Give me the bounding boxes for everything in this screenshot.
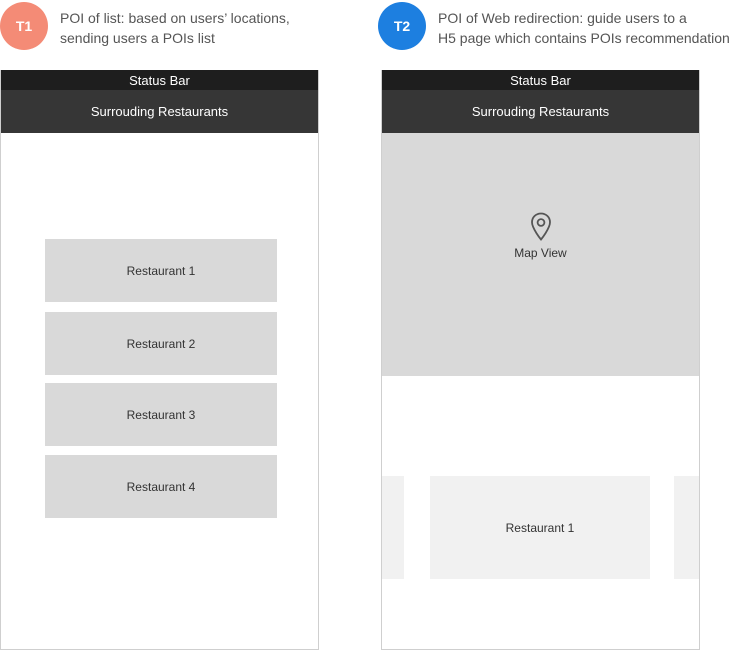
t2-description-line2: H5 page which contains POIs recommendati… — [438, 30, 730, 46]
restaurant-list-item-1[interactable]: Restaurant 1 — [45, 239, 277, 302]
t1-description-line1: POI of list: based on users’ locations, — [60, 10, 290, 26]
t2-description: POI of Web redirection: guide users to a… — [438, 8, 730, 48]
restaurant-list-item-3[interactable]: Restaurant 3 — [45, 383, 277, 446]
t1-description: POI of list: based on users’ locations, … — [60, 8, 290, 48]
status-bar: Status Bar — [382, 70, 699, 90]
phone-mockup-map: Status Bar Surrouding Restaurants Map Vi… — [381, 70, 700, 650]
map-pin-icon — [531, 212, 551, 241]
restaurant-list-item-4[interactable]: Restaurant 4 — [45, 455, 277, 518]
restaurant-list-item-2[interactable]: Restaurant 2 — [45, 312, 277, 375]
carousel-card-label: Restaurant 1 — [505, 520, 575, 535]
carousel-card-previous[interactable] — [382, 476, 404, 579]
status-bar: Status Bar — [1, 70, 318, 90]
t2-badge: T2 — [378, 2, 426, 50]
t1-badge: T1 — [0, 2, 48, 50]
carousel-card-restaurant-1[interactable]: Restaurant 1 — [430, 476, 650, 579]
phone-mockup-list: Status Bar Surrouding Restaurants Restau… — [0, 70, 319, 650]
map-view[interactable]: Map View — [382, 133, 699, 376]
carousel-card-next[interactable] — [674, 476, 699, 579]
nav-title: Surrouding Restaurants — [382, 90, 699, 133]
t2-description-line1: POI of Web redirection: guide users to a — [438, 10, 687, 26]
nav-title: Surrouding Restaurants — [1, 90, 318, 133]
t1-description-line2: sending users a POIs list — [60, 30, 215, 46]
map-label: Map View — [514, 246, 567, 260]
